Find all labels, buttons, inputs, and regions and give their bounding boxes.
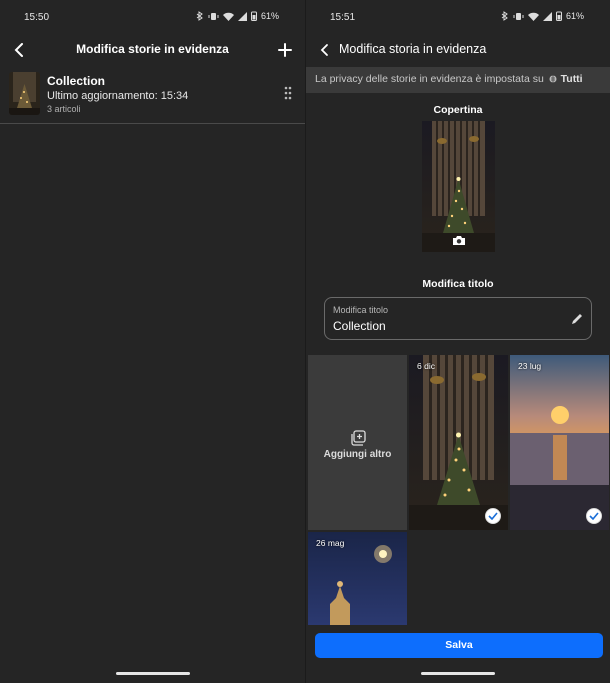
home-indicator: [116, 672, 190, 675]
highlight-updated: Ultimo aggiornamento: 15:34: [47, 90, 189, 102]
status-bar: 15:50 61%: [0, 10, 305, 26]
highlight-thumbnail: [9, 72, 40, 115]
divider: [0, 123, 305, 124]
vibrate-icon: [513, 12, 524, 20]
highlight-count: 3 articoli: [47, 104, 81, 114]
title-field-value[interactable]: Collection: [333, 319, 386, 333]
selected-check-icon[interactable]: [586, 508, 602, 524]
save-button[interactable]: Salva: [315, 633, 603, 658]
page-title: Modifica storie in evidenza: [76, 42, 229, 56]
battery-icon: [555, 11, 562, 21]
add-more-label: Aggiungi altro: [323, 449, 392, 460]
drag-handle-icon[interactable]: [283, 86, 293, 100]
home-indicator: [421, 672, 495, 675]
cover-image[interactable]: [422, 121, 495, 252]
back-arrow-icon: [320, 44, 328, 56]
add-more-tile[interactable]: Aggiungi altro: [308, 355, 407, 530]
story-grid: Aggiungi altro 6 dic 23 lug 26 mag: [308, 355, 610, 625]
story-date: 6 dic: [417, 361, 435, 371]
signal-icon: [237, 11, 247, 21]
story-tile[interactable]: 6 dic: [409, 355, 508, 530]
bluetooth-icon: [196, 11, 203, 21]
bluetooth-icon: [501, 11, 508, 21]
status-time: 15:51: [330, 12, 356, 23]
status-bar: 15:51 61%: [306, 10, 610, 26]
wifi-icon: [527, 12, 539, 21]
privacy-banner[interactable]: La privacy delle storie in evidenza è im…: [306, 67, 610, 93]
battery-percent: 61%: [565, 11, 584, 21]
battery-percent: 61%: [260, 11, 279, 21]
left-screen: 15:50 61% Modifica storie in evidenza Co…: [0, 0, 305, 683]
story-tile[interactable]: 26 mag: [308, 532, 407, 625]
add-highlight-button[interactable]: [275, 40, 295, 60]
vibrate-icon: [208, 12, 219, 20]
story-tile[interactable]: 23 lug: [510, 355, 609, 530]
title-field-label: Modifica titolo: [333, 305, 389, 315]
page-title: Modifica storia in evidenza: [339, 42, 487, 56]
cover-label: Copertina: [433, 104, 483, 116]
globe-icon: [549, 75, 557, 83]
edit-title-label: Modifica titolo: [422, 278, 494, 290]
privacy-text: La privacy delle storie in evidenza è im…: [315, 73, 544, 85]
header: Modifica storie in evidenza: [0, 38, 305, 62]
status-time: 15:50: [24, 12, 50, 23]
highlight-list-item[interactable]: Collection Ultimo aggiornamento: 15:34 3…: [0, 70, 305, 120]
pencil-icon[interactable]: [570, 312, 584, 326]
title-field[interactable]: Modifica titolo Collection: [324, 297, 592, 340]
right-screen: 15:51 61% Modifica storia in evidenza La…: [305, 0, 610, 683]
story-date: 26 mag: [316, 538, 345, 548]
signal-icon: [542, 11, 552, 21]
selected-check-icon[interactable]: [485, 508, 501, 524]
battery-icon: [250, 11, 257, 21]
plus-icon: [278, 43, 292, 57]
story-date: 23 lug: [518, 361, 542, 371]
privacy-audience: Tutti: [560, 73, 583, 85]
back-button[interactable]: [316, 41, 334, 59]
wifi-icon: [222, 12, 234, 21]
highlight-name: Collection: [47, 74, 106, 88]
header: Modifica storia in evidenza: [306, 38, 610, 62]
camera-icon[interactable]: [452, 235, 466, 246]
add-stack-icon: [350, 430, 366, 446]
